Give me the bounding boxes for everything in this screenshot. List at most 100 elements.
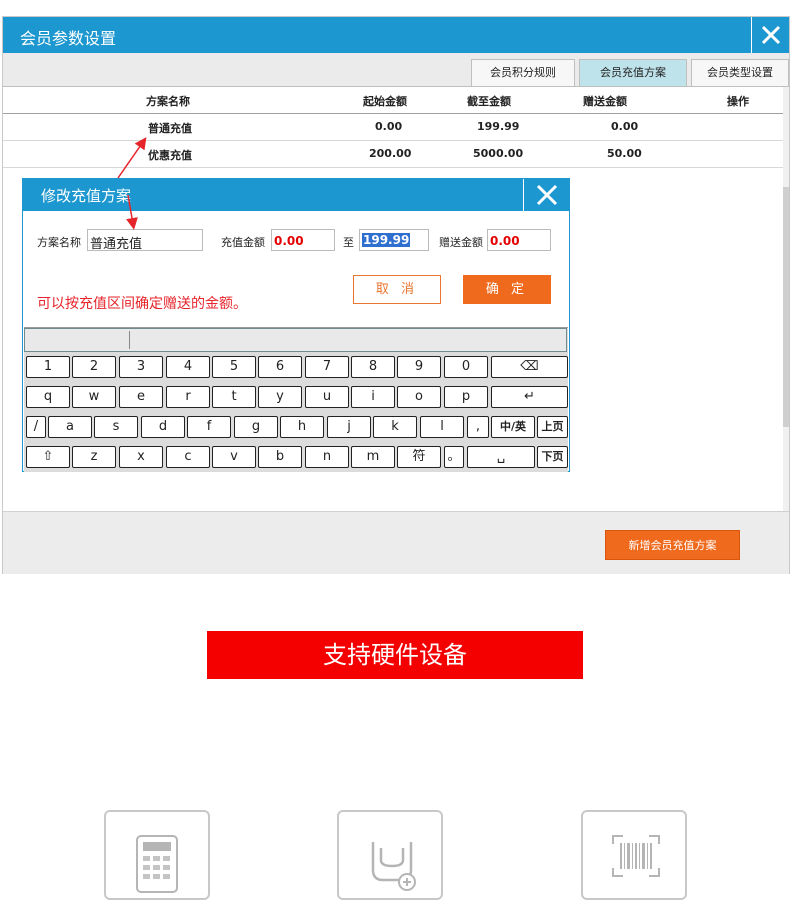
- key-0-6[interactable]: 7: [305, 356, 349, 378]
- key-0-0[interactable]: 1: [26, 356, 70, 378]
- key-1-4[interactable]: t: [212, 386, 256, 408]
- key-2-8[interactable]: k: [373, 416, 417, 438]
- col-end-amount: 截至金额: [467, 95, 511, 108]
- cell-gift-amount: 50.00: [607, 147, 642, 160]
- dialog-close-button[interactable]: [523, 179, 569, 211]
- cell-start-amount: 200.00: [369, 147, 412, 160]
- tab-recharge-plans[interactable]: 会员充值方案: [579, 59, 687, 86]
- key-3-11[interactable]: 下页: [537, 446, 568, 468]
- key-0-8[interactable]: 9: [397, 356, 441, 378]
- gift-amount-field[interactable]: 0.00: [487, 229, 551, 251]
- add-recharge-plan-button[interactable]: 新增会员充值方案: [605, 530, 740, 560]
- key-2-11[interactable]: 中/英: [491, 416, 535, 438]
- calculator-icon: [136, 835, 178, 893]
- key-2-12[interactable]: 上页: [537, 416, 568, 438]
- scrollbar-thumb[interactable]: [783, 187, 789, 427]
- tab-points-rules[interactable]: 会员积分规则: [471, 59, 575, 86]
- table-row[interactable]: 优惠充值 200.00 5000.00 50.00: [3, 141, 785, 168]
- key-1-6[interactable]: u: [305, 386, 349, 408]
- key-2-2[interactable]: s: [94, 416, 138, 438]
- key-1-10[interactable]: ↵: [491, 386, 568, 408]
- key-3-5[interactable]: b: [258, 446, 302, 468]
- amount-to-field[interactable]: 199.99: [359, 229, 429, 251]
- cell-plan-name: 优惠充值: [148, 149, 192, 162]
- amount-to-value: 199.99: [362, 233, 411, 247]
- key-0-3[interactable]: 4: [166, 356, 210, 378]
- barcode-scanner-icon: [612, 835, 660, 877]
- tab-bar: 会员积分规则 会员充值方案 会员类型设置: [3, 53, 789, 87]
- edit-recharge-plan-dialog: 修改充值方案 方案名称 普通充值 充值金额 0.00 至 199.99 赠送金额…: [22, 178, 570, 472]
- window-footer: 新增会员充值方案: [3, 511, 789, 574]
- col-actions: 操作: [727, 95, 749, 108]
- key-3-0[interactable]: ⇧: [26, 446, 70, 468]
- card-reader-icon: [371, 842, 416, 891]
- key-3-7[interactable]: m: [351, 446, 395, 468]
- col-plan-name: 方案名称: [146, 95, 190, 108]
- key-2-5[interactable]: g: [234, 416, 278, 438]
- key-3-1[interactable]: z: [72, 446, 116, 468]
- dialog-title: 修改充值方案: [41, 187, 132, 205]
- key-2-7[interactable]: j: [327, 416, 371, 438]
- key-2-3[interactable]: d: [141, 416, 185, 438]
- key-2-10[interactable]: ,: [467, 416, 489, 438]
- key-1-1[interactable]: w: [72, 386, 116, 408]
- col-start-amount: 起始金额: [363, 95, 407, 108]
- dialog-titlebar: 修改充值方案: [23, 179, 569, 211]
- key-2-9[interactable]: l: [420, 416, 464, 438]
- table-header: 方案名称 起始金额 截至金额 赠送金额 操作: [3, 87, 789, 114]
- key-1-3[interactable]: r: [166, 386, 210, 408]
- key-1-8[interactable]: o: [397, 386, 441, 408]
- plan-name-value: 普通充值: [90, 237, 143, 252]
- device-card-reader: [337, 810, 443, 900]
- key-0-1[interactable]: 2: [72, 356, 116, 378]
- key-2-6[interactable]: h: [280, 416, 324, 438]
- cell-plan-name: 普通充值: [148, 122, 192, 135]
- key-0-9[interactable]: 0: [444, 356, 488, 378]
- recharge-amount-label: 充值金额: [221, 236, 265, 249]
- keyboard-input-bar[interactable]: [24, 328, 567, 352]
- hint-text: 可以按充值区间确定赠送的金额。: [37, 296, 247, 312]
- gift-amount-label: 赠送金额: [439, 236, 483, 249]
- plan-name-field[interactable]: 普通充值: [87, 229, 203, 252]
- key-0-2[interactable]: 3: [119, 356, 163, 378]
- key-3-10[interactable]: ␣: [467, 446, 535, 468]
- cell-end-amount: 199.99: [477, 120, 520, 133]
- key-0-10[interactable]: ⌫: [491, 356, 568, 378]
- key-1-0[interactable]: q: [26, 386, 70, 408]
- key-3-4[interactable]: v: [212, 446, 256, 468]
- window-title: 会员参数设置: [20, 29, 117, 48]
- table-scrollbar[interactable]: [783, 87, 789, 519]
- window-titlebar: 会员参数设置: [3, 17, 789, 53]
- cancel-button[interactable]: 取 消: [353, 275, 441, 304]
- key-3-6[interactable]: n: [305, 446, 349, 468]
- key-3-8[interactable]: 符: [397, 446, 441, 468]
- key-2-4[interactable]: f: [187, 416, 231, 438]
- key-1-7[interactable]: i: [351, 386, 395, 408]
- key-0-7[interactable]: 8: [351, 356, 395, 378]
- device-barcode-scanner: [581, 810, 687, 900]
- key-1-5[interactable]: y: [258, 386, 302, 408]
- key-2-0[interactable]: /: [26, 416, 46, 438]
- key-0-4[interactable]: 5: [212, 356, 256, 378]
- key-1-9[interactable]: p: [444, 386, 488, 408]
- key-3-9[interactable]: 。: [444, 446, 464, 468]
- key-3-2[interactable]: x: [119, 446, 163, 468]
- input-cursor: [129, 331, 130, 349]
- tab-member-types[interactable]: 会员类型设置: [691, 59, 789, 86]
- table-row[interactable]: 普通充值 0.00 199.99 0.00: [3, 114, 785, 141]
- close-icon: [761, 25, 781, 45]
- confirm-button[interactable]: 确 定: [463, 275, 551, 304]
- key-3-3[interactable]: c: [166, 446, 210, 468]
- key-2-1[interactable]: a: [48, 416, 92, 438]
- cell-gift-amount: 0.00: [611, 120, 639, 133]
- cell-start-amount: 0.00: [375, 120, 403, 133]
- key-0-5[interactable]: 6: [258, 356, 302, 378]
- gift-amount-value: 0.00: [490, 234, 520, 248]
- on-screen-keyboard: 1 2 3 4 5 6 7 8 9 0 ⌫ q w e r t y u i o p ↵ / a s d f g h j k l, 中/英 上页 ⇧ z…: [24, 327, 568, 472]
- window-close-button[interactable]: [751, 17, 789, 53]
- plan-name-label: 方案名称: [37, 236, 81, 249]
- amount-from-field[interactable]: 0.00: [271, 229, 335, 251]
- cell-end-amount: 5000.00: [473, 147, 524, 160]
- key-1-2[interactable]: e: [119, 386, 163, 408]
- amount-from-value: 0.00: [274, 234, 304, 248]
